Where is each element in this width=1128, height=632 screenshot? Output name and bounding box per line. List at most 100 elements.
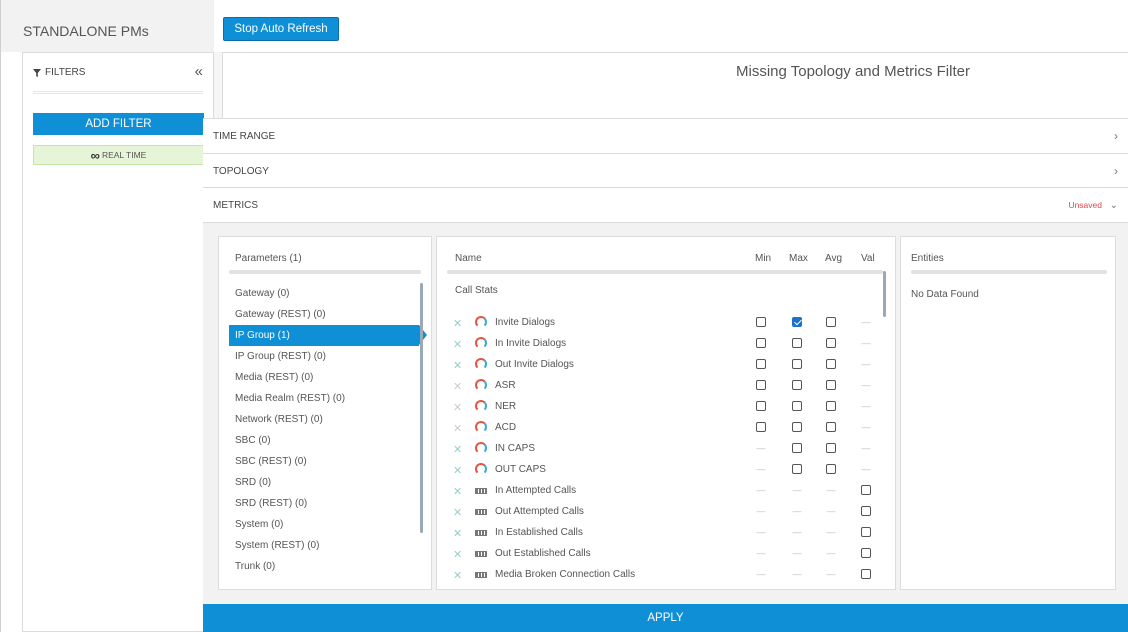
avg-checkbox[interactable]: [826, 338, 836, 348]
entity-link-icon[interactable]: ✕: [453, 485, 462, 498]
avg-checkbox[interactable]: [826, 443, 836, 453]
avg-checkbox[interactable]: [826, 464, 836, 474]
parameter-item[interactable]: Network (REST) (0): [229, 409, 419, 430]
parameter-item[interactable]: Gateway (0): [229, 283, 419, 304]
metric-label: OUT CAPS: [495, 464, 546, 475]
avg-unavailable: —: [826, 506, 836, 516]
chevron-right-icon: ›: [1114, 129, 1118, 143]
val-checkbox[interactable]: [861, 569, 871, 579]
min-checkbox[interactable]: [756, 317, 766, 327]
metric-row: ✕ Out Established Calls — — —: [437, 544, 877, 565]
entity-link-icon[interactable]: ✕: [453, 548, 462, 561]
val-checkbox[interactable]: [861, 485, 871, 495]
stop-auto-refresh-button[interactable]: Stop Auto Refresh: [223, 17, 339, 41]
max-checkbox[interactable]: [792, 338, 802, 348]
min-checkbox[interactable]: [756, 338, 766, 348]
parameter-item[interactable]: SBC (0): [229, 430, 419, 451]
gauge-icon: [475, 316, 487, 328]
min-checkbox[interactable]: [756, 380, 766, 390]
entity-link-icon[interactable]: ✕: [453, 401, 462, 414]
min-unavailable: —: [756, 506, 766, 516]
counter-icon: [475, 488, 487, 494]
max-checkbox[interactable]: [792, 317, 802, 327]
min-checkbox[interactable]: [756, 401, 766, 411]
val-checkbox[interactable]: [861, 506, 871, 516]
entity-link-icon[interactable]: ✕: [453, 338, 462, 351]
parameter-item[interactable]: Media (REST) (0): [229, 367, 419, 388]
entity-link-icon[interactable]: ✕: [453, 443, 462, 456]
max-checkbox[interactable]: [792, 443, 802, 453]
parameter-item[interactable]: SRD (REST) (0): [229, 493, 419, 514]
entity-link-icon[interactable]: ✕: [453, 506, 462, 519]
column-val-header: Val: [861, 253, 875, 264]
max-checkbox[interactable]: [792, 359, 802, 369]
parameter-item[interactable]: IP Group (1): [229, 325, 427, 346]
max-unavailable: —: [792, 506, 802, 516]
metric-row: ✕ In Invite Dialogs —: [437, 334, 877, 355]
metric-label: In Invite Dialogs: [495, 338, 567, 349]
entity-link-icon[interactable]: ✕: [453, 464, 462, 477]
parameter-item[interactable]: System (REST) (0): [229, 535, 419, 556]
parameters-scrollbar[interactable]: [420, 283, 423, 533]
avg-checkbox[interactable]: [826, 422, 836, 432]
parameter-item[interactable]: Trunk (0): [229, 556, 419, 577]
metrics-scrollbar[interactable]: [883, 271, 886, 317]
metric-label: Out Established Calls: [495, 548, 591, 559]
entities-divider: [911, 270, 1107, 274]
val-checkbox[interactable]: [861, 527, 871, 537]
filter-icon: [33, 68, 41, 77]
val-unavailable: —: [861, 464, 871, 474]
metric-label: IN CAPS: [495, 443, 536, 454]
min-checkbox[interactable]: [756, 359, 766, 369]
parameter-item[interactable]: IP Group (REST) (0): [229, 346, 419, 367]
avg-checkbox[interactable]: [826, 401, 836, 411]
chevron-right-icon: ›: [1114, 164, 1118, 178]
counter-icon: [475, 572, 487, 578]
parameter-item[interactable]: SRD (0): [229, 472, 419, 493]
metric-label: In Established Calls: [495, 527, 583, 538]
min-unavailable: —: [756, 548, 766, 558]
avg-checkbox[interactable]: [826, 359, 836, 369]
entity-link-icon[interactable]: ✕: [453, 527, 462, 540]
time-range-section[interactable]: TIME RANGE ›: [203, 118, 1128, 153]
unsaved-badge: Unsaved: [1068, 200, 1102, 210]
apply-button[interactable]: APPLY: [203, 604, 1128, 632]
parameter-item[interactable]: Media Realm (REST) (0): [229, 388, 419, 409]
group-label: Call Stats: [455, 285, 498, 296]
counter-icon: [475, 530, 487, 536]
max-unavailable: —: [792, 548, 802, 558]
realtime-filter-badge[interactable]: ∞ REAL TIME: [33, 145, 204, 165]
max-checkbox[interactable]: [792, 380, 802, 390]
gauge-icon: [475, 442, 487, 454]
topology-section[interactable]: TOPOLOGY ›: [203, 153, 1128, 188]
entity-link-icon[interactable]: ✕: [453, 359, 462, 372]
time-range-label: TIME RANGE: [213, 130, 276, 142]
entity-link-icon[interactable]: ✕: [453, 380, 462, 393]
avg-checkbox[interactable]: [826, 317, 836, 327]
max-checkbox[interactable]: [792, 464, 802, 474]
parameter-item[interactable]: Gateway (REST) (0): [229, 304, 419, 325]
metric-row: ✕ OUT CAPS — —: [437, 460, 877, 481]
collapse-filters-icon[interactable]: «: [195, 63, 203, 80]
max-checkbox[interactable]: [792, 401, 802, 411]
metric-row: ✕ In Attempted Calls — — —: [437, 481, 877, 502]
parameter-item[interactable]: System (0): [229, 514, 419, 535]
avg-checkbox[interactable]: [826, 380, 836, 390]
min-unavailable: —: [756, 464, 766, 474]
metrics-section[interactable]: METRICS Unsaved ⌄: [203, 187, 1128, 222]
entity-link-icon[interactable]: ✕: [453, 422, 462, 435]
min-unavailable: —: [756, 527, 766, 537]
min-checkbox[interactable]: [756, 422, 766, 432]
entity-link-icon[interactable]: ✕: [453, 317, 462, 330]
parameter-item[interactable]: SBC (REST) (0): [229, 451, 419, 472]
val-checkbox[interactable]: [861, 548, 871, 558]
gauge-icon: [475, 421, 487, 433]
parameters-divider: [229, 270, 421, 274]
max-checkbox[interactable]: [792, 422, 802, 432]
column-name-header: Name: [455, 253, 482, 264]
add-filter-button[interactable]: ADD FILTER: [33, 113, 204, 135]
parameters-panel: Parameters (1) Gateway (0) Gateway (REST)…: [218, 236, 432, 590]
val-unavailable: —: [861, 338, 871, 348]
entity-link-icon[interactable]: ✕: [453, 569, 462, 582]
metric-row: ✕ In Established Calls — — —: [437, 523, 877, 544]
